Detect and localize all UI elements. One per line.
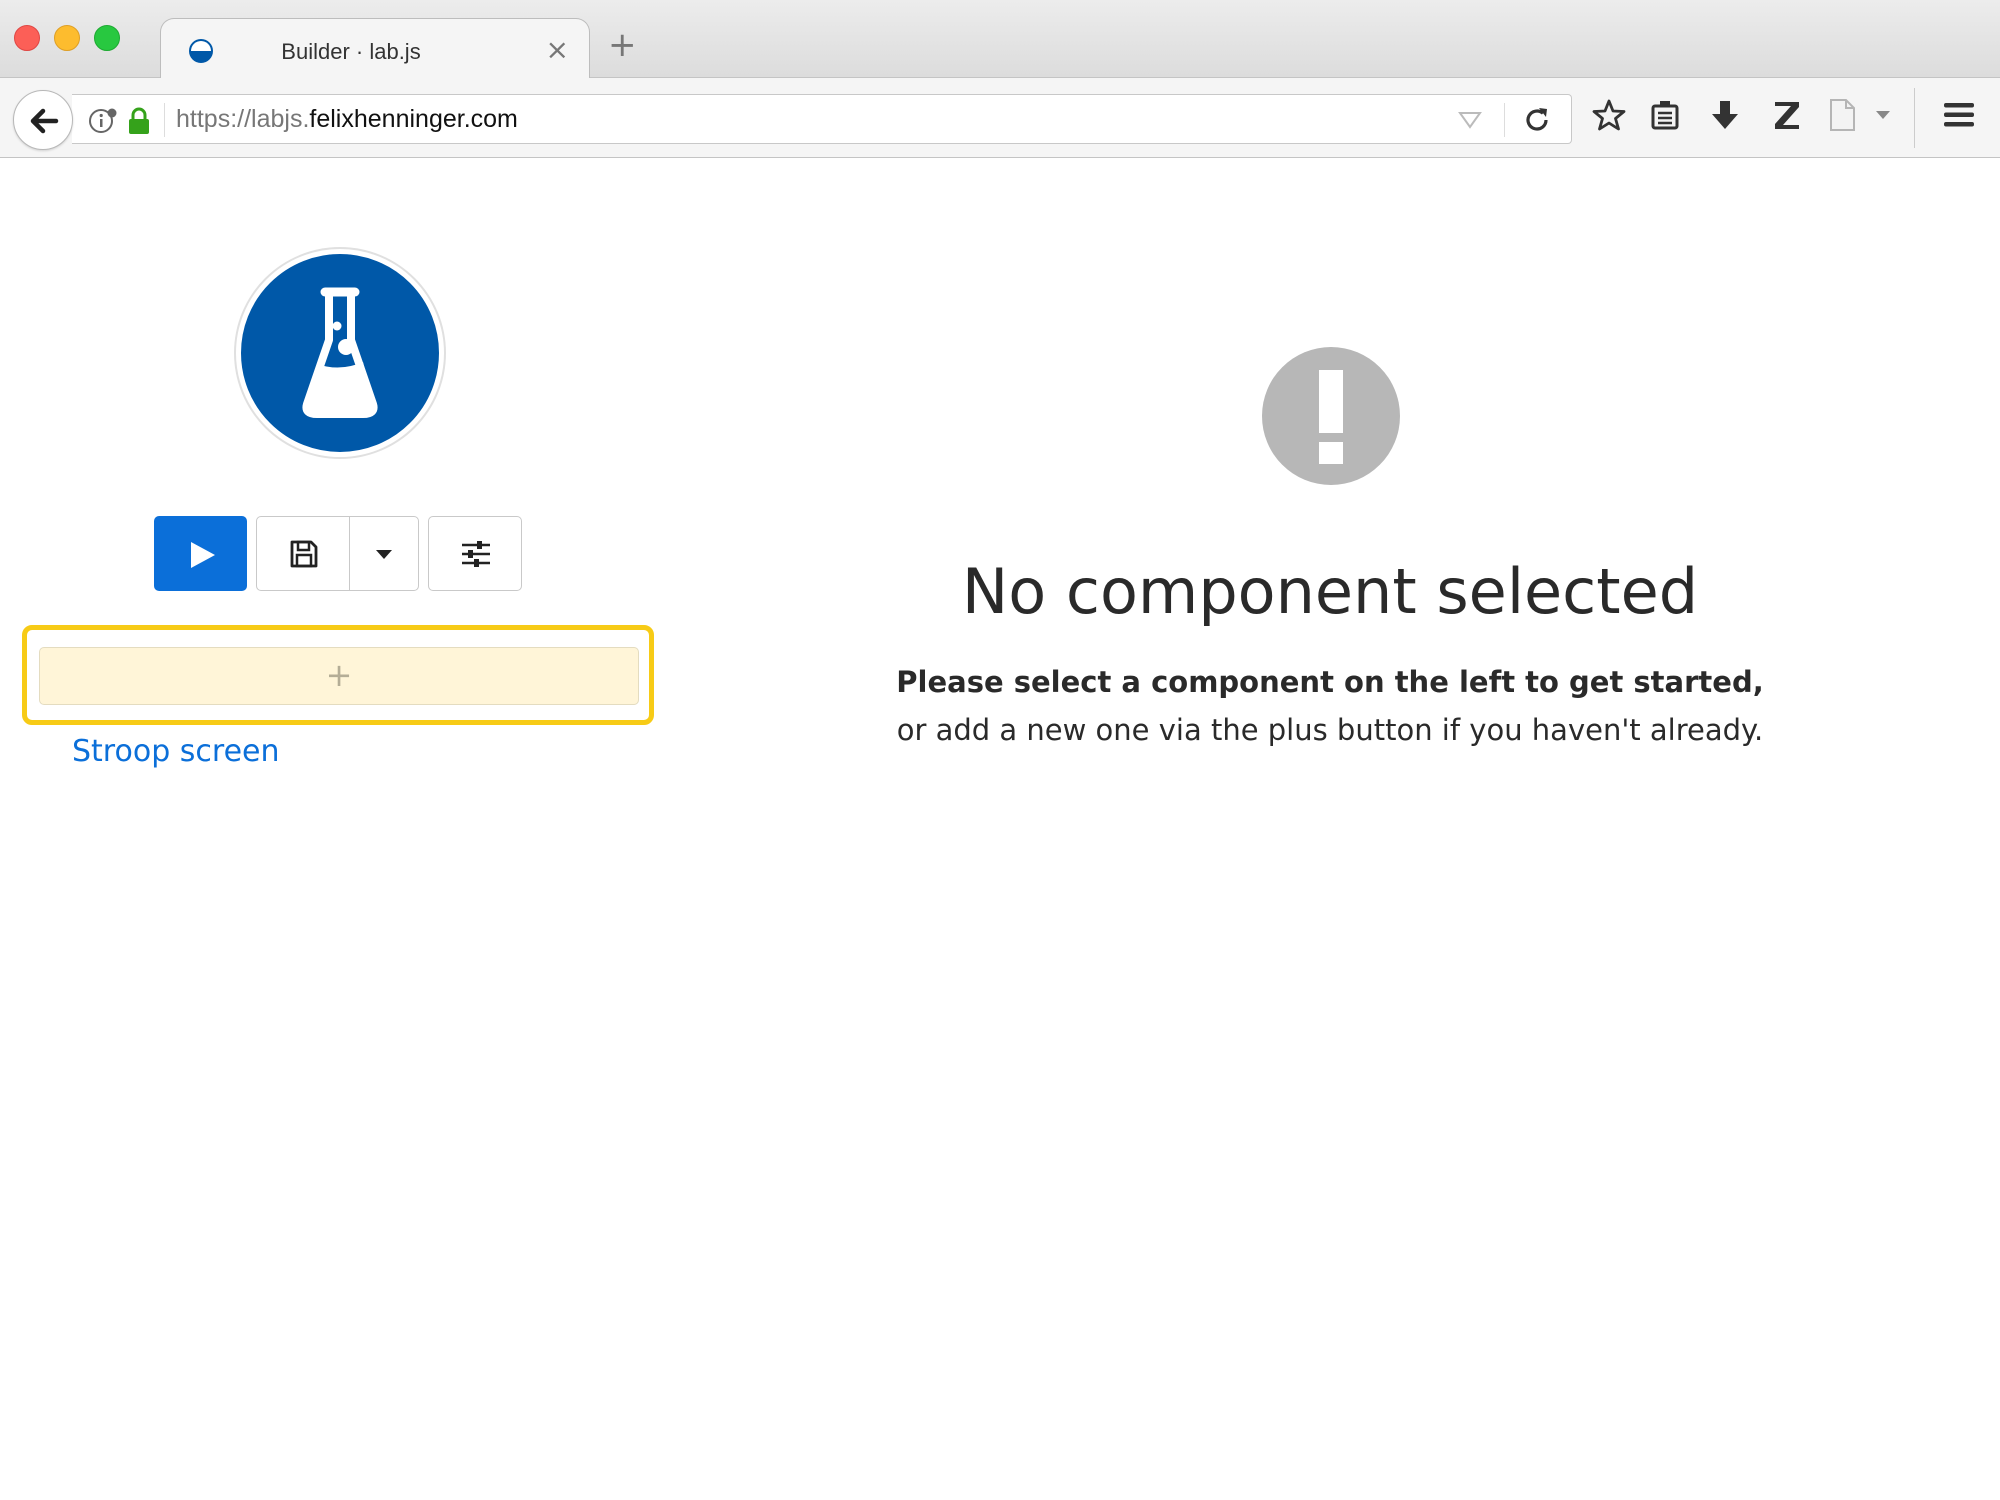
zoom-window-button[interactable] bbox=[94, 25, 120, 51]
floppy-disk-icon bbox=[290, 540, 318, 568]
component-item-stroop-screen[interactable]: Stroop screen bbox=[72, 734, 280, 769]
run-button[interactable] bbox=[154, 516, 247, 591]
labjs-logo bbox=[236, 249, 444, 457]
new-tab-button[interactable]: + bbox=[608, 28, 637, 62]
toolbar-separator bbox=[1914, 88, 1915, 148]
url-separator bbox=[164, 103, 165, 137]
exclamation-bar bbox=[1319, 370, 1343, 433]
exclamation-dot bbox=[1319, 442, 1343, 464]
tab-builder[interactable]: Builder · lab.js × bbox=[160, 18, 590, 79]
flask-icon bbox=[302, 287, 378, 418]
caret-down-icon bbox=[376, 550, 392, 559]
url-separator-2 bbox=[1504, 103, 1505, 137]
url-prefix: https://labjs. bbox=[176, 105, 310, 133]
star-icon[interactable] bbox=[1592, 98, 1626, 132]
zotero-icon[interactable] bbox=[1772, 98, 1802, 132]
hamburger-menu-icon[interactable] bbox=[1942, 100, 1976, 130]
tab-bar: Builder · lab.js × + bbox=[0, 0, 2000, 79]
url-dropdown-icon[interactable] bbox=[1458, 111, 1482, 129]
tab-close-icon[interactable]: × bbox=[546, 33, 569, 66]
page-title: No component selected bbox=[961, 555, 1699, 628]
save-button[interactable] bbox=[256, 516, 350, 591]
add-component-button[interactable]: + bbox=[39, 647, 639, 705]
close-window-button[interactable] bbox=[14, 25, 40, 51]
play-icon bbox=[191, 542, 215, 568]
sliders-icon bbox=[462, 541, 490, 567]
labjs-favicon-icon bbox=[189, 39, 213, 63]
instruction-line-1: Please select a component on the left to… bbox=[896, 665, 1764, 699]
download-icon[interactable] bbox=[1710, 98, 1740, 132]
info-icon[interactable] bbox=[88, 107, 118, 135]
save-options-dropdown[interactable] bbox=[349, 516, 419, 591]
add-component-highlight: + bbox=[22, 625, 654, 725]
chevron-down-icon[interactable] bbox=[1874, 108, 1892, 122]
url-text[interactable]: https://labjs.felixhenninger.com bbox=[176, 105, 518, 134]
tab-title: Builder · lab.js bbox=[281, 39, 421, 64]
reading-list-icon[interactable] bbox=[1650, 98, 1680, 132]
back-arrow-icon bbox=[30, 108, 59, 134]
options-button[interactable] bbox=[428, 516, 522, 591]
minimize-window-button[interactable] bbox=[54, 25, 80, 51]
instruction-line-2: or add a new one via the plus button if … bbox=[896, 713, 1764, 747]
lock-icon[interactable] bbox=[127, 107, 151, 135]
url-bar[interactable]: https://labjs.felixhenninger.com bbox=[72, 94, 1572, 144]
document-icon[interactable] bbox=[1828, 98, 1856, 132]
navigation-bar: https://labjs.felixhenninger.com bbox=[0, 78, 2000, 158]
exclamation-icon bbox=[1262, 347, 1400, 485]
url-domain: felixhenninger.com bbox=[309, 105, 518, 133]
reload-icon[interactable] bbox=[1522, 105, 1552, 135]
back-button[interactable] bbox=[13, 90, 73, 150]
